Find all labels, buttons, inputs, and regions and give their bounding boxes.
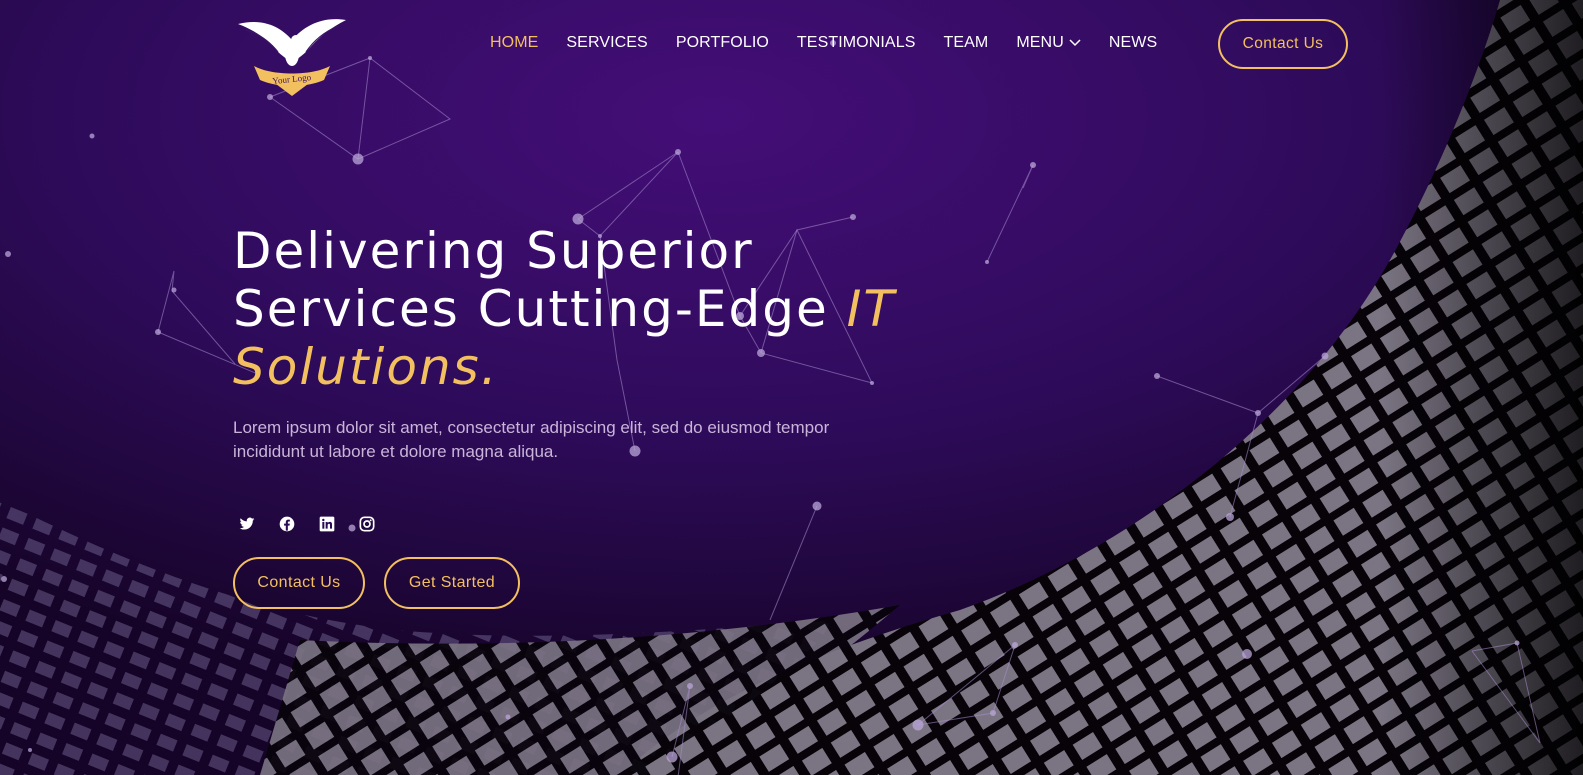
nav-item-label: NEWS: [1108, 34, 1158, 51]
hero-title-line2: Services Cutting-Edge: [233, 280, 847, 338]
social-links: [239, 516, 375, 532]
header-contact-button[interactable]: Contact Us: [1218, 19, 1348, 69]
hero-description: Lorem ipsum dolor sit amet, consectetur …: [233, 418, 830, 461]
facebook-icon[interactable]: [279, 516, 295, 532]
instagram-icon[interactable]: [359, 516, 375, 532]
chevron-down-icon: [1069, 39, 1081, 47]
nav-item-label: TEAM: [943, 34, 989, 51]
main-nav: HOME SERVICES PORTFOLIO TESTIMONIALS TEA…: [490, 34, 1157, 52]
nav-item-team[interactable]: TEAM: [943, 34, 988, 52]
nav-item-label: TESTIMONIALS: [796, 34, 916, 51]
hero-title-accent-solutions: Solutions.: [233, 338, 499, 396]
hero-title-accent-it: IT: [846, 280, 896, 338]
get-started-button[interactable]: Get Started: [384, 557, 520, 609]
nav-item-services[interactable]: SERVICES: [566, 34, 647, 52]
nav-item-label: HOME: [490, 34, 539, 51]
nav-item-home[interactable]: HOME: [490, 34, 538, 52]
nav-item-portfolio[interactable]: PORTFOLIO: [676, 34, 769, 52]
linkedin-icon[interactable]: [319, 516, 335, 532]
nav-item-news[interactable]: NEWS: [1109, 34, 1157, 52]
hero-title-line1: Delivering Superior: [233, 222, 754, 280]
logo-eagle-icon[interactable]: Your Logo: [236, 10, 348, 96]
nav-item-label: SERVICES: [566, 34, 648, 51]
nav-item-testimonials[interactable]: TESTIMONIALS: [797, 34, 916, 52]
hero-contact-button[interactable]: Contact Us: [233, 557, 365, 609]
nav-item-menu[interactable]: MENU: [1016, 34, 1081, 52]
nav-item-label: PORTFOLIO: [675, 34, 769, 51]
nav-item-label: MENU: [1016, 34, 1064, 51]
hero-title: Delivering Superior Services Cutting-Edg…: [233, 222, 933, 396]
twitter-icon[interactable]: [239, 516, 255, 532]
